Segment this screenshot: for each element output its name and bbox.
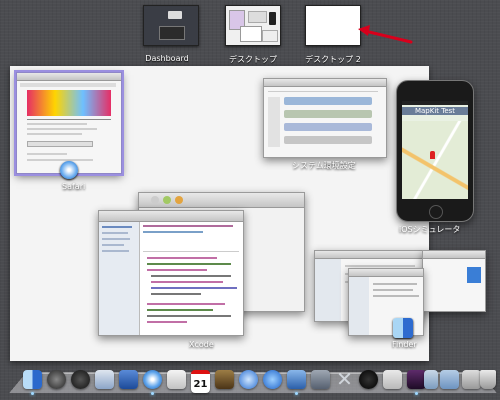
dashboard-icon[interactable] [71, 370, 90, 389]
ios-app-title: MapKit Test [402, 107, 468, 115]
desktop-2-thumbnail [305, 5, 361, 46]
space-desktop-2[interactable]: デスクトップ 2 [305, 5, 361, 65]
space-label-desktop-2: デスクトップ 2 [305, 55, 361, 64]
safari-icon[interactable] [143, 370, 162, 389]
annotation-arrow [358, 25, 413, 44]
finder-face-icon [393, 318, 413, 338]
window-finder-right[interactable] [422, 250, 486, 312]
space-label-desktop-1: デスクトップ [229, 55, 277, 64]
caption-safari: Safari [62, 182, 86, 191]
preview-icon[interactable] [119, 370, 138, 389]
preview-2-icon[interactable] [311, 370, 330, 389]
caption-system-preferences: システム環境設定 [292, 161, 356, 170]
trash-icon[interactable] [480, 370, 496, 389]
window-xcode[interactable] [98, 210, 244, 336]
mail-icon[interactable] [95, 370, 114, 389]
itunes-icon[interactable] [239, 370, 258, 389]
x11-icon[interactable]: ✕ [335, 369, 354, 389]
running-indicator [415, 392, 418, 395]
desktop-1-thumbnail [225, 5, 281, 46]
folder-icon[interactable] [440, 370, 459, 389]
caption-ios-simulator: iOSシミュレータ [399, 225, 461, 234]
running-indicator [295, 392, 298, 395]
downloads-icon[interactable] [462, 370, 481, 389]
finder-icon[interactable] [23, 370, 42, 389]
photo-icon[interactable] [215, 370, 234, 389]
caption-xcode: Xcode [189, 340, 214, 349]
safari-compass-icon [60, 161, 78, 179]
window-system-preferences[interactable] [263, 78, 387, 158]
launchpad-icon[interactable] [47, 370, 66, 389]
address-book-icon[interactable] [167, 370, 186, 389]
caption-finder: Finder [392, 340, 417, 349]
window-safari[interactable] [16, 72, 122, 174]
running-indicator [151, 392, 154, 395]
running-indicator [31, 392, 34, 395]
safari-banner [27, 90, 111, 116]
iphoto-icon[interactable] [359, 370, 378, 389]
window-ios-simulator[interactable]: MapKit Test [396, 80, 474, 222]
space-desktop-1[interactable]: デスクトップ [225, 5, 281, 65]
terminal-icon[interactable] [424, 370, 438, 389]
dashboard-thumbnail [143, 5, 199, 46]
textedit-icon[interactable] [383, 370, 402, 389]
app-store-icon[interactable] [263, 370, 282, 389]
space-dashboard[interactable]: Dashboard [143, 5, 199, 65]
xcode-icon[interactable] [287, 370, 306, 389]
ical-date: 21 [193, 379, 208, 390]
ical-icon[interactable]: 21 [191, 370, 210, 393]
space-label-dashboard: Dashboard [145, 54, 189, 63]
